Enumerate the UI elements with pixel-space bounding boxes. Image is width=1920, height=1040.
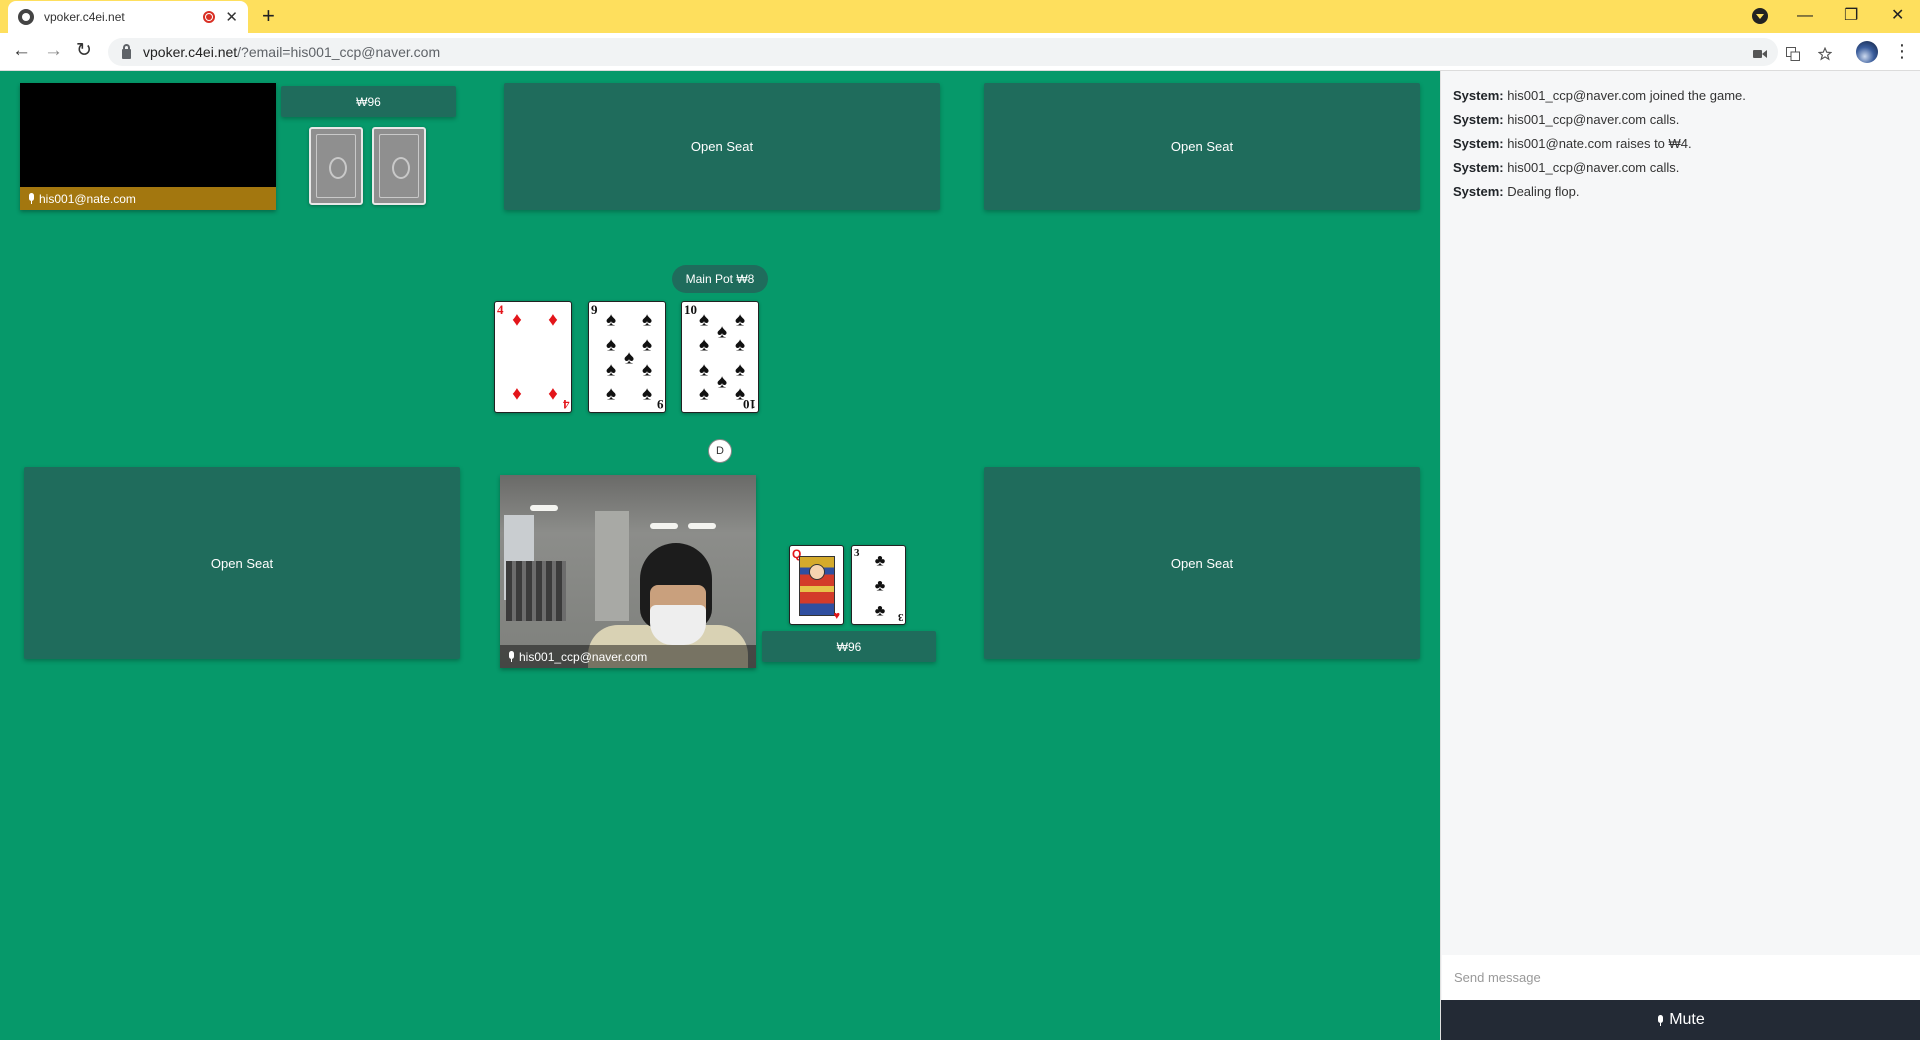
board-card-10-spades: 10 ♠ ♠ ♠ ♠ ♠ ♠ ♠ ♠ ♠ ♠ 10 bbox=[681, 301, 759, 413]
dealer-button: D bbox=[708, 439, 732, 463]
spade-pip-icon: ♠ bbox=[734, 309, 746, 331]
card-back bbox=[309, 127, 363, 205]
microphone-icon bbox=[1657, 1014, 1664, 1026]
spade-pip-icon: ♠ bbox=[734, 359, 746, 381]
player-name: his001_ccp@naver.com bbox=[519, 649, 648, 664]
chat-log: System: his001_ccp@naver.com joined the … bbox=[1453, 84, 1913, 204]
diamond-pip-icon: ♦ bbox=[512, 383, 522, 405]
browser-tab-bar: vpoker.c4ei.net ✕ + — ❐ ✕ bbox=[0, 0, 1920, 33]
forward-button[interactable]: → bbox=[44, 40, 63, 62]
queen-face bbox=[809, 564, 825, 580]
back-button[interactable]: ← bbox=[12, 40, 31, 62]
reload-button[interactable]: ↻ bbox=[76, 40, 92, 62]
card-rank: 9 bbox=[656, 397, 664, 412]
card-back bbox=[372, 127, 426, 205]
spade-pip-icon: ♠ bbox=[716, 321, 728, 343]
chat-message: System: his001_ccp@naver.com calls. bbox=[1453, 160, 1680, 175]
chat-message-input[interactable] bbox=[1442, 955, 1920, 1000]
player-name-bar: his001_ccp@naver.com bbox=[500, 645, 756, 668]
recording-indicator-icon bbox=[203, 11, 216, 23]
player-video-his001-nate: his001@nate.com bbox=[20, 83, 276, 210]
open-seat[interactable]: Open Seat bbox=[24, 467, 460, 659]
player-name-bar: his001@nate.com bbox=[20, 187, 276, 210]
hero-chip-count: ₩96 bbox=[762, 631, 936, 662]
chat-message: System: his001_ccp@naver.com calls. bbox=[1453, 112, 1680, 127]
open-seat[interactable]: Open Seat bbox=[984, 83, 1420, 210]
chat-message: System: Dealing flop. bbox=[1453, 184, 1580, 199]
mute-button[interactable]: Mute bbox=[1441, 1000, 1920, 1040]
card-rank: 3 bbox=[854, 547, 860, 559]
microphone-icon bbox=[508, 651, 514, 662]
spade-pip-icon: ♠ bbox=[605, 359, 617, 381]
lock-icon bbox=[122, 43, 131, 59]
board-card-4-diamonds: 4 ♦ ♦ ♦ ♦ 4 bbox=[494, 301, 572, 413]
spade-pip-icon: ♠ bbox=[734, 334, 746, 356]
open-seat[interactable]: Open Seat bbox=[984, 467, 1420, 659]
hole-card-3-clubs: 3 ♣ ♣ ♣ 3 bbox=[851, 545, 906, 625]
webcam-feed bbox=[500, 475, 756, 668]
address-bar[interactable]: vpoker.c4ei.net/?email=his001_ccp@naver.… bbox=[108, 38, 1833, 66]
camera-icon[interactable] bbox=[1753, 47, 1767, 61]
board-card-9-spades: 9 ♠ ♠ ♠ ♠ ♠ ♠ ♠ ♠ ♠ 9 bbox=[588, 301, 666, 413]
microphone-icon bbox=[28, 193, 34, 204]
spade-pip-icon: ♠ bbox=[623, 347, 635, 369]
diamond-pip-icon: ♦ bbox=[512, 309, 522, 331]
chat-message: System: his001@nate.com raises to ₩4. bbox=[1453, 136, 1692, 151]
close-window-button[interactable]: ✕ bbox=[1891, 4, 1904, 28]
spade-pip-icon: ♠ bbox=[605, 309, 617, 331]
diamond-pip-icon: ♦ bbox=[548, 383, 558, 405]
spade-pip-icon: ♠ bbox=[605, 334, 617, 356]
card-rank: 3 bbox=[897, 611, 904, 623]
poker-table: his001@nate.com ₩96 Open Seat Open Seat … bbox=[0, 71, 1440, 1040]
hole-card-queen-hearts: Q ♥ bbox=[789, 545, 844, 625]
card-rank: 10 bbox=[743, 397, 756, 412]
club-pip-icon: ♣ bbox=[874, 552, 886, 570]
spade-pip-icon: ♠ bbox=[641, 309, 653, 331]
restore-button[interactable]: ❐ bbox=[1844, 4, 1858, 28]
minimize-button[interactable]: — bbox=[1797, 4, 1813, 28]
club-pip-icon: ♣ bbox=[874, 602, 886, 620]
spade-pip-icon: ♠ bbox=[641, 383, 653, 405]
tab-close-icon[interactable]: ✕ bbox=[225, 10, 238, 25]
main-pot-badge: Main Pot ₩8 bbox=[672, 265, 768, 293]
spade-pip-icon: ♠ bbox=[605, 383, 617, 405]
chat-message: System: his001_ccp@naver.com joined the … bbox=[1453, 88, 1746, 103]
card-rank: 10 bbox=[684, 302, 697, 317]
open-seat-label: Open Seat bbox=[1170, 139, 1234, 154]
open-seat[interactable]: Open Seat bbox=[504, 83, 940, 210]
new-tab-button[interactable]: + bbox=[262, 4, 275, 28]
tab-title: vpoker.c4ei.net bbox=[44, 10, 125, 24]
browser-toolbar: ← → ↻ vpoker.c4ei.net/?email=his001_ccp@… bbox=[0, 33, 1920, 71]
spade-pip-icon: ♠ bbox=[641, 359, 653, 381]
heart-pip-icon: ♥ bbox=[833, 610, 840, 622]
spade-pip-icon: ♠ bbox=[716, 371, 728, 393]
club-pip-icon: ♣ bbox=[874, 577, 886, 595]
chat-panel: System: his001_ccp@naver.com joined the … bbox=[1440, 71, 1920, 1040]
player-name: his001@nate.com bbox=[39, 191, 136, 206]
profile-avatar[interactable] bbox=[1856, 41, 1878, 63]
tab-search-icon[interactable] bbox=[1752, 8, 1768, 24]
player-video-his001-ccp: his001_ccp@naver.com bbox=[500, 475, 756, 668]
open-seat-label: Open Seat bbox=[1170, 555, 1234, 571]
url-text: vpoker.c4ei.net/?email=his001_ccp@naver.… bbox=[143, 44, 441, 60]
card-rank: 9 bbox=[591, 302, 598, 317]
card-rank: 4 bbox=[562, 397, 570, 412]
open-seat-label: Open Seat bbox=[210, 555, 274, 571]
mute-label: Mute bbox=[1669, 1011, 1705, 1028]
site-favicon-icon bbox=[18, 9, 34, 25]
star-icon[interactable] bbox=[1817, 46, 1833, 63]
card-rank: 4 bbox=[497, 302, 504, 317]
spade-pip-icon: ♠ bbox=[698, 309, 710, 331]
browser-tab[interactable]: vpoker.c4ei.net ✕ bbox=[8, 1, 248, 33]
player-chip-count: ₩96 bbox=[281, 86, 456, 117]
spade-pip-icon: ♠ bbox=[698, 334, 710, 356]
spade-pip-icon: ♠ bbox=[698, 359, 710, 381]
spade-pip-icon: ♠ bbox=[641, 334, 653, 356]
diamond-pip-icon: ♦ bbox=[548, 309, 558, 331]
open-seat-label: Open Seat bbox=[690, 139, 754, 154]
translate-icon[interactable] bbox=[1786, 47, 1800, 63]
spade-pip-icon: ♠ bbox=[698, 383, 710, 405]
menu-kebab-icon[interactable]: ⋮ bbox=[1893, 39, 1911, 63]
